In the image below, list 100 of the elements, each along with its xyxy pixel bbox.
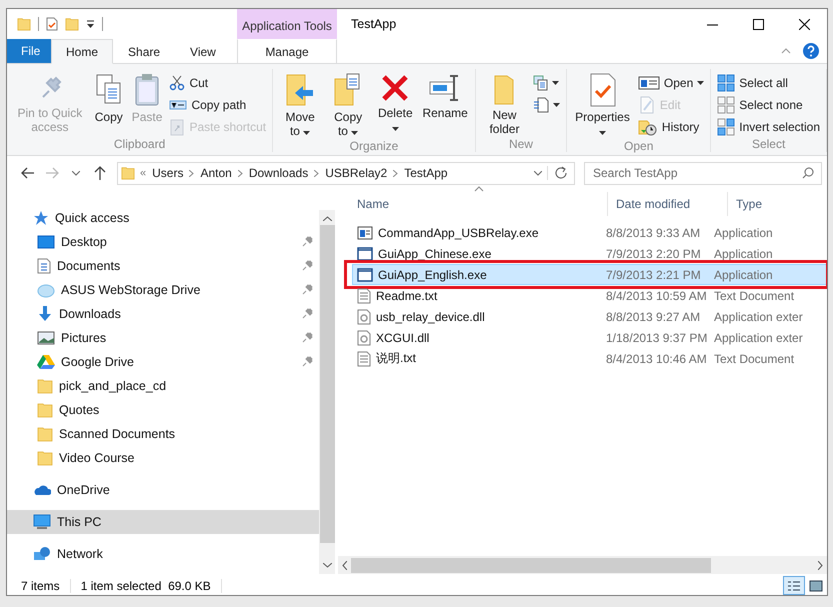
nav-item[interactable]: Network <box>7 542 320 566</box>
ribbon-button[interactable]: Invert selection <box>715 118 822 136</box>
column-header[interactable]: Type <box>728 192 824 216</box>
caret-icon <box>534 170 542 176</box>
nav-item[interactable]: Quotes <box>7 398 320 422</box>
window-title: TestApp <box>350 16 396 33</box>
ribbon-tab[interactable]: Home <box>51 39 114 64</box>
nav-item[interactable]: Pictures <box>7 326 320 350</box>
type-cell-text: Application exter <box>714 330 804 344</box>
ribbon-button[interactable]: Cut <box>167 74 268 92</box>
ribbon-button[interactable]: Copy <box>90 69 127 136</box>
breadcrumb[interactable]: Downloads <box>248 166 310 180</box>
date-cell-text: 1/18/2013 9:37 PM <box>605 330 708 344</box>
pin-icon <box>301 332 314 344</box>
ribbon-button[interactable]: Copy path <box>167 96 268 114</box>
network-icon <box>33 546 51 562</box>
file-row[interactable]: usb_relay_device.dll 8/8/2013 9:27 AM Application exter <box>352 306 827 327</box>
scissors-icon <box>169 75 186 91</box>
properties-icon <box>46 17 58 31</box>
ribbon-button[interactable]: History <box>636 118 706 136</box>
sort-caret-icon <box>474 186 484 192</box>
chevron-down-icon <box>72 170 80 176</box>
shortcut-icon <box>169 118 186 136</box>
scrollbar-thumb[interactable] <box>351 558 711 572</box>
new-item-icon <box>533 75 548 91</box>
ribbon-button[interactable]: Copy to <box>325 69 372 138</box>
path-icon <box>169 98 188 112</box>
column-header[interactable]: Date modified <box>608 192 728 216</box>
search-field[interactable]: Search TestApp <box>584 162 822 184</box>
file-row[interactable]: XCGUI.dll 1/18/2013 9:37 PM Application exter <box>352 327 827 348</box>
selection-info: 1 item selected 69.0 KB <box>80 578 222 592</box>
folder-icon <box>37 402 53 418</box>
address-field[interactable]: « Users Anton Downloads USBRelay2 TestApp <box>117 162 575 184</box>
caret-icon <box>351 131 358 135</box>
file-row[interactable]: Readme.txt 8/4/2013 10:59 AM Text Document <box>352 285 827 306</box>
date-cell-text: 8/8/2013 9:27 AM <box>605 310 702 324</box>
nav-item[interactable]: OneDrive <box>7 478 320 502</box>
properties-icon <box>588 73 617 107</box>
ribbon-button[interactable]: Rename <box>419 69 471 138</box>
breadcrumb[interactable]: USBRelay2 <box>324 166 388 180</box>
scroll-right-icon <box>818 560 823 570</box>
nav-item[interactable]: pick_and_place_cd <box>7 374 320 398</box>
nav-item[interactable]: This PC <box>7 510 320 534</box>
ribbon-button[interactable]: Delete <box>373 69 418 138</box>
nav-item[interactable]: Downloads <box>7 302 320 326</box>
gear-file-icon <box>357 308 371 324</box>
back-arrow-icon <box>21 167 35 179</box>
date-cell-text: 7/9/2013 2:21 PM <box>605 268 702 282</box>
scroll-left-icon <box>342 560 347 570</box>
invert-selection-icon <box>717 118 736 136</box>
large-icons-view-icon <box>809 580 823 592</box>
picture-icon <box>37 331 55 345</box>
ribbon-button[interactable]: Select all <box>715 74 822 92</box>
file-row[interactable]: CommandApp_USBRelay.exe 8/8/2013 9:33 AM Application <box>352 222 827 243</box>
caret-icon <box>553 103 560 107</box>
document-icon <box>37 258 51 274</box>
date-cell-text: 8/4/2013 10:59 AM <box>605 288 708 302</box>
ribbon-tab[interactable]: View <box>175 39 231 64</box>
window-icon <box>357 246 373 260</box>
file-name: XCGUI.dll <box>376 330 430 344</box>
forward-arrow-icon <box>45 167 59 179</box>
details-view-icon <box>787 580 801 592</box>
breadcrumb[interactable]: Anton <box>199 166 233 180</box>
nav-item[interactable]: Scanned Documents <box>7 422 320 446</box>
delete-icon <box>380 73 410 103</box>
ribbon-button[interactable] <box>531 96 562 114</box>
details-view-button[interactable] <box>783 576 805 595</box>
ribbon-button[interactable]: Select none <box>715 96 822 114</box>
nav-item[interactable]: Video Course <box>7 446 320 470</box>
scroll-up-icon <box>322 216 332 221</box>
date-cell-text: 7/9/2013 2:20 PM <box>605 246 702 260</box>
triangle-icon <box>37 354 55 370</box>
ribbon-tab[interactable]: Share <box>113 39 176 64</box>
caret-icon <box>697 81 704 85</box>
column-header[interactable]: Name <box>349 192 608 216</box>
ribbon-button[interactable]: New folder <box>480 69 530 136</box>
clipboard-icon <box>133 73 162 107</box>
select-none-icon <box>717 96 736 114</box>
file-row[interactable]: 说明.txt 8/4/2013 10:46 AM Text Document <box>352 348 827 369</box>
pin-icon <box>301 284 314 296</box>
ribbon-button[interactable]: Move to <box>277 69 324 138</box>
nav-item[interactable]: Google Drive <box>7 350 320 374</box>
file-name: CommandApp_USBRelay.exe <box>378 226 539 240</box>
text-file-icon <box>357 288 371 304</box>
ribbon-button[interactable]: Properties <box>571 69 634 138</box>
group-label: Organize <box>348 138 400 154</box>
nav-item[interactable]: ASUS WebStorage Drive <box>7 278 320 302</box>
breadcrumb[interactable]: TestApp <box>403 166 449 180</box>
type-cell-text: Text Document <box>714 288 796 302</box>
scrollbar-thumb[interactable] <box>320 225 335 543</box>
file-row[interactable]: GuiApp_Chinese.exe 7/9/2013 2:20 PM Application <box>352 243 827 264</box>
ribbon-button[interactable]: Open <box>636 74 706 92</box>
chevron-icon <box>314 170 320 176</box>
window-icon <box>638 75 660 91</box>
type-cell-text: Application <box>714 268 774 282</box>
nav-item[interactable]: Documents <box>7 254 320 278</box>
nav-item[interactable]: Quick access <box>7 206 320 230</box>
breadcrumb[interactable]: Users <box>151 166 184 180</box>
nav-item[interactable]: Desktop <box>7 230 320 254</box>
file-tab[interactable]: File <box>7 39 51 63</box>
